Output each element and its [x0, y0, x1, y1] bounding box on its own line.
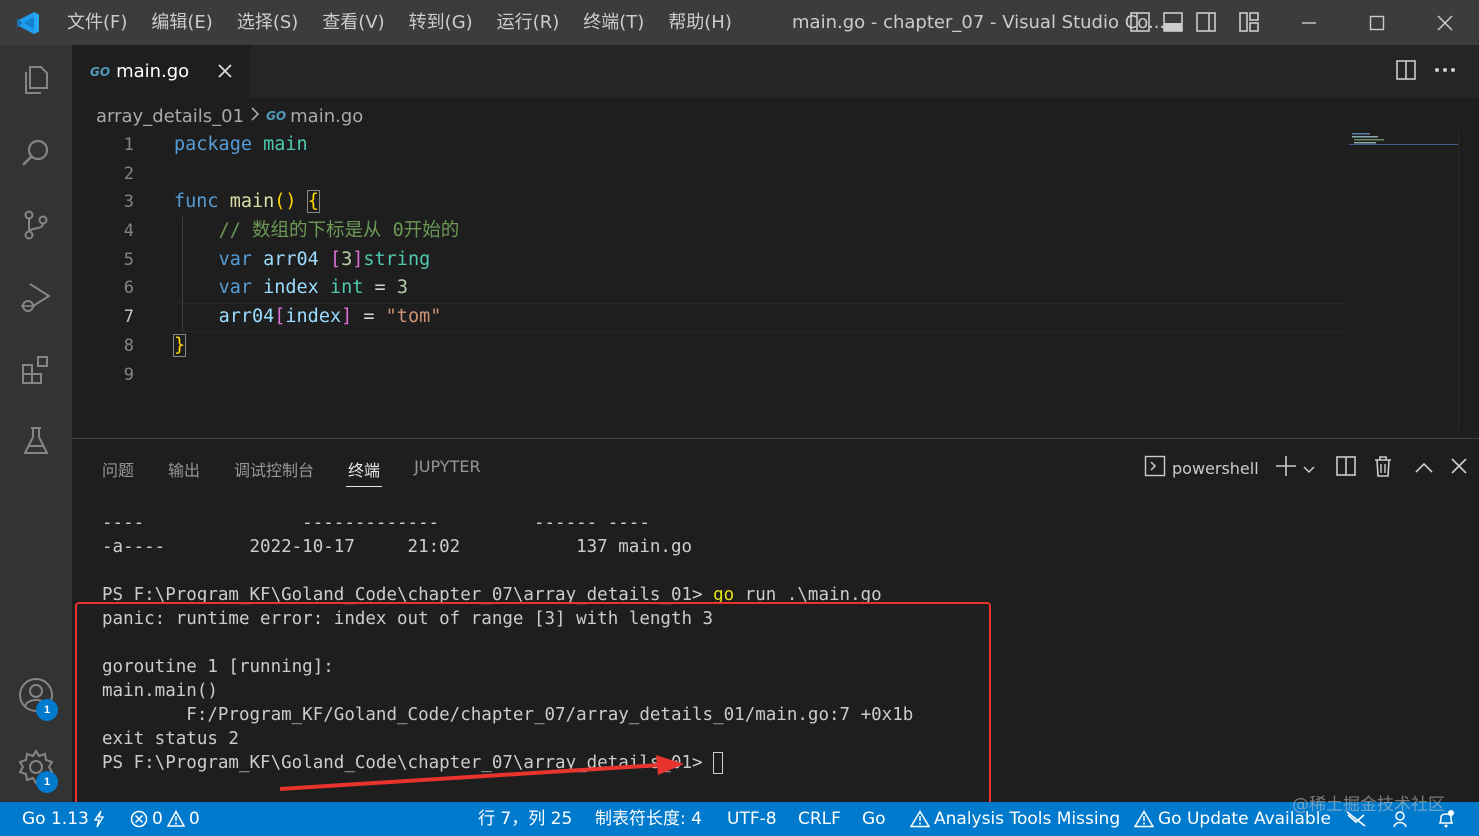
go-version[interactable]: Go 1.13 [22, 802, 105, 836]
lightning-icon [93, 810, 104, 828]
annotation-arrow-icon [279, 755, 684, 791]
cursor-position[interactable]: 行 7，列 25 [478, 802, 572, 836]
watermark: @稀土掘金技术社区 [1292, 795, 1445, 815]
analysis-tools-missing[interactable]: Analysis Tools Missing [910, 802, 1120, 836]
warning-icon [910, 810, 930, 828]
tab-size[interactable]: 制表符长度: 4 [595, 802, 702, 836]
warning-icon [166, 810, 185, 827]
warning-icon [1134, 810, 1154, 828]
encoding[interactable]: UTF-8 [727, 802, 777, 836]
problems-status[interactable]: 0 0 [130, 802, 200, 836]
language-mode[interactable]: Go [862, 802, 886, 836]
end-of-line[interactable]: CRLF [798, 802, 841, 836]
status-bar: Go 1.13 0 0 行 7，列 25 制表符长度: 4 UTF-8 CRLF… [0, 802, 1479, 836]
error-icon [130, 810, 148, 828]
